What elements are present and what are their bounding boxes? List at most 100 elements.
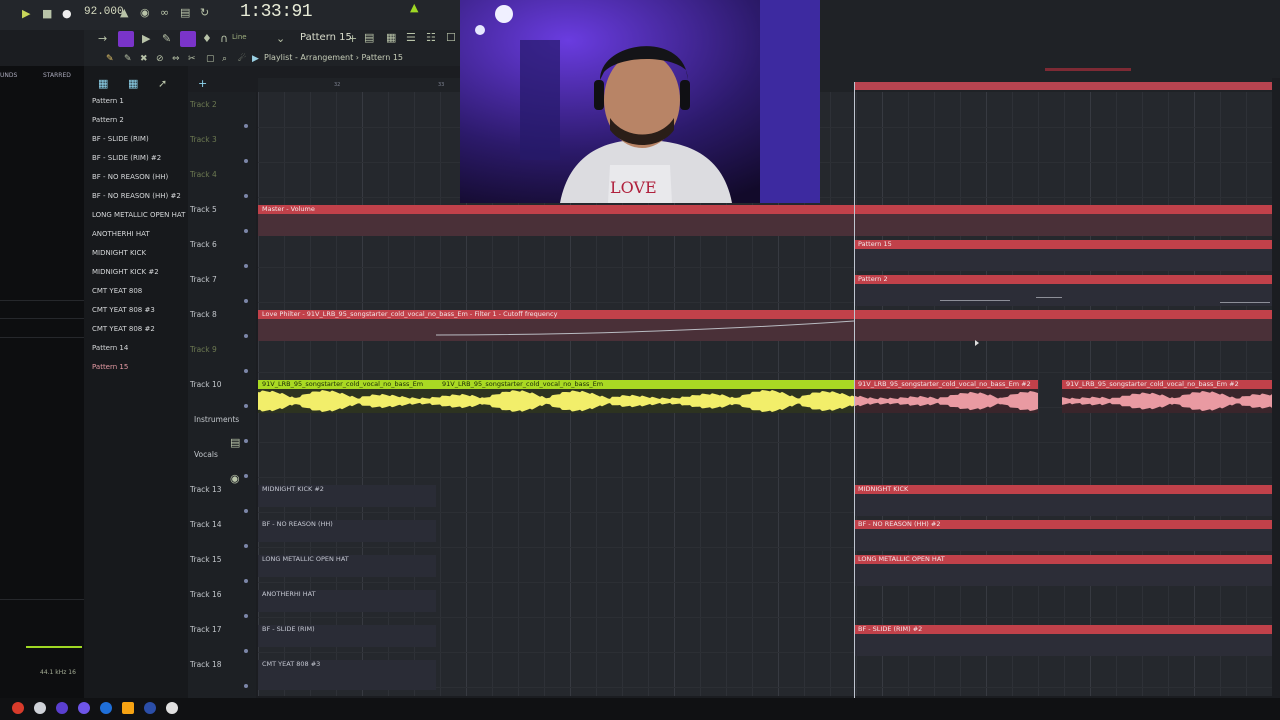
zoom-mode-icon[interactable]: ⌕ — [222, 53, 227, 65]
picker-add-icon[interactable]: + — [198, 78, 207, 90]
track-label[interactable]: Track 18 — [190, 660, 222, 669]
track-label[interactable]: Track 10 — [190, 380, 222, 389]
brush-tool-icon[interactable] — [180, 31, 196, 47]
track-mute-dot[interactable] — [244, 474, 248, 478]
picker-item[interactable]: MIDNIGHT KICK — [92, 249, 146, 257]
track-mute-dot[interactable] — [244, 579, 248, 583]
track-label[interactable]: Track 14 — [190, 520, 222, 529]
photoshop-icon[interactable] — [100, 702, 112, 714]
track-mute-dot[interactable] — [244, 334, 248, 338]
photoshop-2-icon[interactable] — [144, 702, 156, 714]
track-label[interactable]: Track 8 — [190, 310, 217, 319]
stop-icon[interactable]: ■ — [42, 8, 52, 20]
master-volume-clip[interactable] — [258, 205, 1272, 214]
track-label[interactable]: Track 15 — [190, 555, 222, 564]
paint-tool-icon[interactable] — [118, 31, 134, 47]
magnet-icon[interactable]: ∩ — [220, 33, 228, 45]
track-label[interactable]: Track 16 — [190, 590, 222, 599]
track-label[interactable]: Track 5 — [190, 205, 217, 214]
track-mute-dot[interactable] — [244, 299, 248, 303]
metronome-icon[interactable]: ▲ — [120, 7, 128, 19]
track-mute-dot[interactable] — [244, 614, 248, 618]
delete-mode-icon[interactable]: ✖ — [140, 53, 148, 65]
picker-audio-icon[interactable]: ▦ — [128, 78, 138, 90]
picker-item[interactable]: CMT YEAT 808 #2 — [92, 325, 155, 333]
picker-item[interactable]: BF - SLIDE (RIM) — [92, 135, 149, 143]
pattern2-body[interactable] — [854, 284, 1272, 306]
arrow-icon[interactable]: → — [98, 33, 107, 45]
track-mute-dot[interactable] — [244, 544, 248, 548]
t15-clip-body[interactable] — [854, 564, 1272, 586]
paint-mode-icon[interactable]: ✎ — [106, 53, 114, 65]
audio-clip-icon[interactable]: ▤ — [230, 437, 240, 449]
picker-item[interactable]: Pattern 2 — [92, 116, 124, 124]
mixer-icon[interactable]: ▦ — [386, 32, 396, 44]
play-icon[interactable]: ▶ — [22, 8, 30, 20]
picker-item[interactable]: ANOTHERHI HAT — [92, 230, 150, 238]
browser-toggle-icon[interactable]: ☷ — [426, 32, 436, 44]
track-label[interactable]: Track 3 — [190, 135, 217, 144]
track-label[interactable]: Track 6 — [190, 240, 217, 249]
add-pattern-icon[interactable]: + — [348, 33, 357, 45]
track-mute-dot[interactable] — [244, 229, 248, 233]
obs-icon[interactable] — [34, 702, 46, 714]
picker-item[interactable]: BF - NO REASON (HH) #2 — [92, 192, 181, 200]
track-mute-dot[interactable] — [244, 194, 248, 198]
track-label[interactable]: Track 17 — [190, 625, 222, 634]
snap-selector[interactable]: Line — [232, 33, 247, 41]
playlist-arrow-icon[interactable]: ▶ — [252, 53, 259, 65]
track-mute-dot[interactable] — [244, 439, 248, 443]
picker-automation-icon[interactable]: ➚ — [158, 78, 167, 90]
track-label[interactable]: Track 7 — [190, 275, 217, 284]
playlist-toggle-icon[interactable]: ☐ — [446, 32, 456, 44]
t13-clip-body[interactable] — [854, 494, 1272, 516]
mute-mode-icon[interactable]: ⊘ — [156, 53, 164, 65]
picker-item[interactable]: Pattern 14 — [92, 344, 128, 352]
eye-icon[interactable]: ◉ — [230, 473, 240, 485]
picker-item[interactable]: MIDNIGHT KICK #2 — [92, 268, 159, 276]
track-mute-dot[interactable] — [244, 264, 248, 268]
channel-rack-icon[interactable]: ▤ — [364, 32, 374, 44]
track-mute-dot[interactable] — [244, 369, 248, 373]
premiere-icon[interactable] — [56, 702, 68, 714]
picker-item[interactable]: CMT YEAT 808 — [92, 287, 142, 295]
picker-patterns-icon[interactable]: ▦ — [98, 78, 108, 90]
t14-clip-body[interactable] — [854, 529, 1272, 551]
pattern15-clip[interactable] — [854, 240, 1272, 249]
track-mute-dot[interactable] — [244, 684, 248, 688]
chevron-down-icon[interactable]: ⌄ — [276, 33, 285, 45]
track-mute-dot[interactable] — [244, 124, 248, 128]
picker-item[interactable]: BF - SLIDE (RIM) #2 — [92, 154, 161, 162]
picker-item[interactable]: BF - NO REASON (HH) — [92, 173, 168, 181]
wait-input-icon[interactable]: ◉ — [140, 7, 150, 19]
track-label[interactable]: Track 13 — [190, 485, 222, 494]
playback-mode-icon[interactable]: ☄ — [238, 53, 246, 65]
track-label[interactable]: Instruments — [194, 415, 239, 424]
picker-item[interactable]: CMT YEAT 808 #3 — [92, 306, 155, 314]
picker-item[interactable]: LONG METALLIC OPEN HAT — [92, 211, 185, 219]
slice-mode-icon[interactable]: ✂ — [188, 53, 196, 65]
picker-item[interactable]: Pattern 15 — [92, 363, 128, 371]
pencil-icon[interactable]: ✎ — [162, 33, 171, 45]
fl-studio-icon[interactable] — [122, 702, 134, 714]
track-mute-dot[interactable] — [244, 404, 248, 408]
play-pattern-icon[interactable]: ▶ — [142, 33, 150, 45]
piano-roll-icon[interactable]: ☰ — [406, 32, 416, 44]
countdown-icon[interactable]: ∞ — [160, 7, 169, 19]
browser-tab-starred[interactable]: STARRED — [43, 72, 71, 79]
track-mute-dot[interactable] — [244, 649, 248, 653]
select-mode-icon[interactable]: ▢ — [206, 53, 215, 65]
track-mute-dot[interactable] — [244, 509, 248, 513]
loop-region[interactable] — [854, 82, 1272, 90]
slip-mode-icon[interactable]: ⇔ — [172, 53, 180, 65]
t13-clip[interactable] — [854, 485, 1272, 494]
track-label[interactable]: Track 2 — [190, 100, 217, 109]
discord-icon[interactable] — [78, 702, 90, 714]
track-mute-dot[interactable] — [244, 159, 248, 163]
playhead[interactable] — [854, 82, 855, 698]
browser-tab-sounds[interactable]: UNDS — [0, 72, 17, 79]
bell-icon[interactable]: ♦ — [202, 33, 212, 45]
pattern15-body[interactable] — [854, 249, 1272, 271]
track-label[interactable]: Track 9 — [190, 345, 217, 354]
track-label[interactable]: Track 4 — [190, 170, 217, 179]
